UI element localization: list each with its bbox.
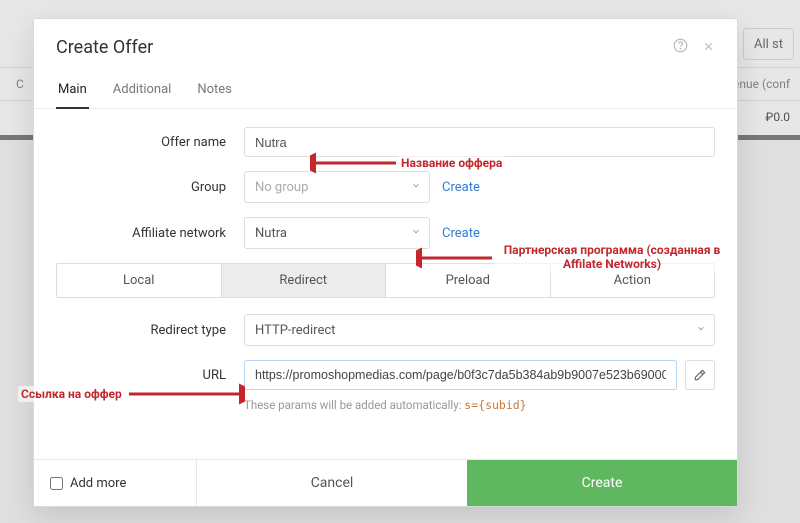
close-icon[interactable]	[702, 39, 715, 57]
group-select[interactable]: No group	[244, 171, 430, 203]
offer-type-segmented: Local Redirect Preload Action	[56, 263, 715, 298]
url-params-hint: These params will be added automatically…	[244, 398, 527, 412]
label-url: URL	[56, 368, 244, 383]
chevron-down-icon	[411, 180, 421, 195]
modal-tabs: Main Additional Notes	[34, 74, 737, 109]
seg-action[interactable]: Action	[550, 264, 715, 297]
add-more-checkbox-input[interactable]	[50, 477, 63, 490]
create-button[interactable]: Create	[467, 460, 737, 506]
help-icon[interactable]	[673, 38, 688, 57]
label-redirect-type: Redirect type	[56, 323, 244, 338]
modal-title: Create Offer	[56, 37, 659, 58]
seg-local[interactable]: Local	[57, 264, 221, 297]
chevron-down-icon	[411, 226, 421, 241]
label-group: Group	[56, 180, 244, 195]
affiliate-network-select[interactable]: Nutra	[244, 217, 430, 249]
label-offer-name: Offer name	[56, 135, 244, 150]
add-more-checkbox[interactable]: Add more	[34, 460, 197, 506]
redirect-type-select[interactable]: HTTP-redirect	[244, 314, 715, 346]
url-edit-button[interactable]	[685, 360, 715, 390]
chevron-down-icon	[696, 323, 706, 338]
tab-additional[interactable]: Additional	[111, 74, 174, 108]
group-create-link[interactable]: Create	[442, 180, 480, 195]
seg-redirect[interactable]: Redirect	[221, 264, 386, 297]
url-input[interactable]	[244, 360, 677, 390]
label-affiliate-network: Affiliate network	[56, 226, 244, 241]
seg-preload[interactable]: Preload	[385, 264, 550, 297]
create-offer-modal: Create Offer Main Additional Notes Offer…	[33, 18, 738, 507]
affiliate-create-link[interactable]: Create	[442, 226, 480, 241]
cancel-button[interactable]: Cancel	[197, 460, 467, 506]
tab-notes[interactable]: Notes	[195, 74, 234, 108]
tab-main[interactable]: Main	[56, 74, 89, 109]
offer-name-input[interactable]	[244, 127, 715, 157]
